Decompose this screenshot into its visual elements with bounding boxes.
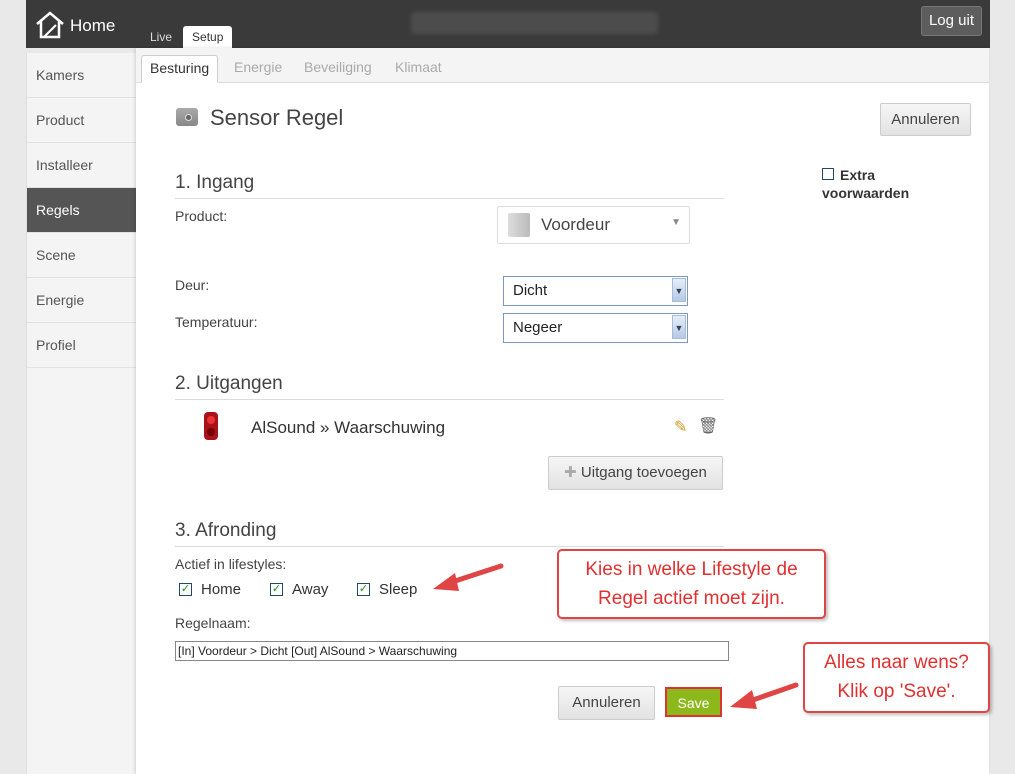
product-value: Voordeur: [541, 215, 610, 234]
temperature-select[interactable]: Negeer ▼: [503, 313, 688, 343]
door-label: Deur:: [175, 277, 210, 293]
home-icon: [36, 11, 64, 39]
mode-tabs: Live Setup: [141, 26, 234, 48]
tab-beveiliging[interactable]: Beveiliging: [296, 55, 380, 81]
sidebar-item-installeer[interactable]: Installeer: [27, 143, 137, 188]
section-ingang-heading: 1. Ingang: [175, 172, 724, 199]
door-value: Dicht: [513, 282, 548, 299]
section-uitgangen-heading: 2. Uitgangen: [175, 373, 724, 400]
product-select[interactable]: Voordeur ▼: [497, 206, 690, 244]
add-output-button[interactable]: ✚ Uitgang toevoegen: [548, 456, 723, 490]
save-callout-line2: Klik op 'Save'.: [837, 681, 956, 702]
lifestyle-callout-line2: Regel actief moet zijn.: [598, 588, 785, 609]
trash-icon[interactable]: 🗑: [698, 416, 718, 436]
rulename-label: Regelnaam:: [175, 615, 251, 631]
sidebar-item-profiel[interactable]: Profiel: [27, 323, 137, 368]
home-link[interactable]: Home: [34, 6, 115, 40]
extra-conditions-box[interactable]: [822, 168, 834, 180]
chevron-down-icon: ▼: [672, 315, 686, 339]
lifestyle-away-label: Away: [292, 581, 329, 598]
tab-energie[interactable]: Energie: [226, 55, 290, 81]
sidebar-item-regels[interactable]: Regels: [27, 188, 137, 233]
edit-pencil-icon[interactable]: ✎: [674, 417, 687, 437]
lifestyle-away-checkbox[interactable]: ✓ Away: [270, 581, 328, 598]
plus-icon: ✚: [564, 464, 577, 481]
home-label: Home: [70, 16, 116, 35]
arrow-to-save-icon: [730, 682, 799, 709]
temperature-value: Negeer: [513, 319, 563, 336]
lifestyles-label: Actief in lifestyles:: [175, 556, 287, 572]
save-callout-line1: Alles naar wens?: [824, 652, 969, 673]
save-callout: Alles naar wens? Klik op 'Save'.: [803, 642, 990, 713]
lifestyle-home-checkbox[interactable]: ✓ Home: [179, 581, 241, 598]
cancel-button-bottom[interactable]: Annuleren: [558, 686, 655, 720]
checkmark-icon[interactable]: ✓: [270, 583, 283, 596]
extra-label-2: voorwaarden: [822, 185, 910, 201]
output-item: AlSound » Waarschuwing: [251, 418, 446, 437]
save-button[interactable]: Save: [665, 687, 722, 717]
checkmark-icon[interactable]: ✓: [357, 583, 370, 596]
lifestyle-home-label: Home: [201, 581, 242, 598]
arrow-to-lifestyles-icon: [433, 563, 504, 591]
alarm-light-icon: [204, 412, 218, 440]
tab-live[interactable]: Live: [141, 26, 181, 48]
door-icon: [508, 213, 530, 237]
checkmark-icon[interactable]: ✓: [179, 583, 192, 596]
lifestyle-sleep-checkbox[interactable]: ✓ Sleep: [357, 581, 417, 598]
tab-setup[interactable]: Setup: [183, 26, 233, 48]
logout-button[interactable]: Log uit: [920, 6, 982, 36]
sidebar-item-kamers[interactable]: Kamers: [27, 53, 137, 98]
temperature-label: Temperatuur:: [175, 314, 258, 330]
sidebar-item-product[interactable]: Product: [27, 98, 137, 143]
chevron-down-icon: ▼: [671, 217, 681, 228]
section-afronding-heading: 3. Afronding: [175, 520, 724, 547]
tab-klimaat[interactable]: Klimaat: [387, 55, 450, 81]
chevron-down-icon: ▼: [672, 278, 686, 302]
lifestyle-callout: Kies in welke Lifestyle de Regel actief …: [557, 549, 826, 619]
extra-conditions-checkbox[interactable]: Extra voorwaarden: [822, 166, 909, 202]
sidebar: Kamers Product Installeer Regels Scene E…: [26, 53, 137, 774]
cancel-button-top[interactable]: Annuleren: [880, 103, 971, 136]
door-select[interactable]: Dicht ▼: [503, 276, 688, 306]
extra-label-1: Extra: [840, 167, 876, 183]
lifestyle-callout-line1: Kies in welke Lifestyle de: [585, 559, 798, 580]
blurred-header-text: [411, 12, 658, 34]
sub-tabs: Besturing Energie Beveiliging Klimaat: [136, 48, 989, 83]
rulename-input[interactable]: [In] Voordeur > Dicht [Out] AlSound > Wa…: [175, 641, 729, 661]
sidebar-item-scene[interactable]: Scene: [27, 233, 137, 278]
lifestyle-sleep-label: Sleep: [379, 581, 418, 598]
sensor-icon: [176, 108, 198, 126]
sidebar-item-energie[interactable]: Energie: [27, 278, 137, 323]
product-label: Product:: [175, 208, 228, 224]
tab-besturing[interactable]: Besturing: [141, 55, 219, 83]
page-title: Sensor Regel: [210, 105, 344, 130]
add-output-label: Uitgang toevoegen: [580, 464, 707, 481]
